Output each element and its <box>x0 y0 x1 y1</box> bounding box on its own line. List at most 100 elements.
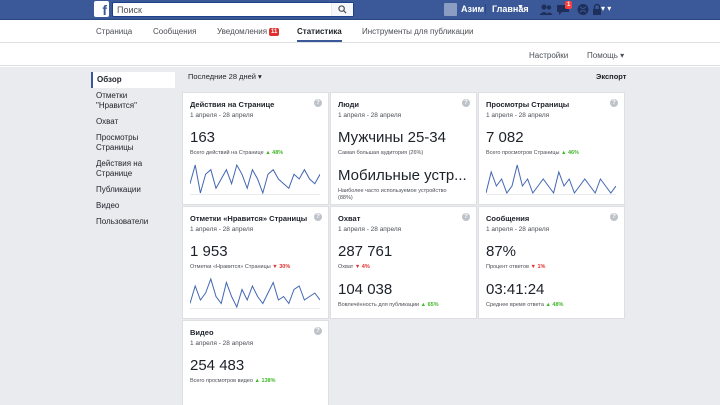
card-value: 254 483 <box>190 357 245 374</box>
card-secondary-value: 03:41:24 <box>486 281 545 298</box>
card-value: 87% <box>486 243 517 260</box>
avatar[interactable] <box>444 3 457 16</box>
sparkline-chart <box>190 277 320 309</box>
settings-link[interactable]: Настройки <box>529 51 568 60</box>
card-value: 163 <box>190 129 216 146</box>
trend-down-badge: ▼ 1% <box>530 264 546 270</box>
card-title: Сообщения <box>486 214 530 223</box>
card-messages[interactable]: Сообщения ? 1 апреля - 28 апреля 87% Про… <box>478 206 625 319</box>
card-subtitle-text: Всего действий на Странице <box>190 150 264 156</box>
card-subtitle: Отметки «Нравится» Страницы ▼ 30% <box>190 264 290 270</box>
card-title: Просмотры Страницы <box>486 100 570 109</box>
card-page-views[interactable]: Просмотры Страницы ? 1 апреля - 28 апрел… <box>478 92 625 205</box>
card-videos[interactable]: Видео ? 1 апреля - 28 апреля 254 483 Все… <box>182 320 329 405</box>
card-page-likes[interactable]: Отметки «Нравится» Страницы ? 1 апреля -… <box>182 206 329 319</box>
card-date-range: 1 апреля - 28 апреля <box>190 226 254 233</box>
card-secondary-subtitle-text: Вовлечённость для публикации <box>338 302 420 308</box>
account-menu-chevron-icon[interactable]: ▾ ▾ <box>601 4 611 13</box>
card-subtitle: Охват ▼ 4% <box>338 264 370 270</box>
notifications-globe-icon[interactable] <box>576 3 590 16</box>
sidebar-item-overview[interactable]: Обзор <box>91 72 175 88</box>
sidebar-item-videos[interactable]: Видео <box>91 198 175 214</box>
trend-up-badge: ▲ 48% <box>265 150 284 156</box>
card-date-range: 1 апреля - 28 апреля <box>338 226 402 233</box>
card-value: 287 761 <box>338 243 393 260</box>
card-secondary-subtitle: Вовлечённость для публикации ▲ 65% <box>338 302 439 309</box>
active-tab-indicator <box>297 40 342 42</box>
help-icon[interactable]: ? <box>610 213 618 221</box>
search-input[interactable] <box>117 4 327 16</box>
trend-up-badge: ▲ 65% <box>420 302 439 308</box>
help-icon[interactable]: ? <box>314 213 322 221</box>
facebook-logo-icon[interactable]: f <box>94 1 109 17</box>
card-secondary-subtitle-text: Среднее время ответа <box>486 302 544 308</box>
sidebar-item-likes[interactable]: Отметки "Нравится" <box>91 88 175 114</box>
card-value: 7 082 <box>486 129 524 146</box>
card-subtitle-text: Всего просмотров видео <box>190 378 253 384</box>
tab-insights[interactable]: Статистика <box>297 27 342 36</box>
export-button[interactable]: Экспорт <box>596 72 626 81</box>
card-secondary-value: 104 038 <box>338 281 393 298</box>
sidebar-item-actions[interactable]: Действия на Страницe <box>91 156 175 182</box>
card-reach[interactable]: Охват ? 1 апреля - 28 апреля 287 761 Охв… <box>330 206 477 319</box>
tab-messages[interactable]: Сообщения <box>153 27 196 36</box>
notifications-badge: 11 <box>269 28 280 36</box>
card-secondary-subtitle-line1: Наиболее часто используемое устройство <box>338 188 447 194</box>
trend-down-badge: ▼ 4% <box>354 264 370 270</box>
friend-requests-icon[interactable] <box>539 3 553 16</box>
secondary-nav: Настройки Помощь ▾ <box>0 44 720 66</box>
sparkline-line <box>190 163 320 195</box>
card-date-range: 1 апреля - 28 апреля <box>486 112 550 119</box>
profile-link[interactable]: Азим <box>461 4 484 14</box>
card-value: Мужчины 25-34 <box>338 129 446 146</box>
card-title: Действия на Странице <box>190 100 275 109</box>
card-value: 1 953 <box>190 243 228 260</box>
card-subtitle-text: Всего просмотров Страницы <box>486 150 560 156</box>
sidebar-item-posts[interactable]: Публикации <box>91 182 175 198</box>
card-title: Отметки «Нравится» Страницы <box>190 214 308 223</box>
card-page-actions[interactable]: Действия на Странице ? 1 апреля - 28 апр… <box>182 92 329 205</box>
search-icon <box>338 5 347 14</box>
help-icon[interactable]: ? <box>314 99 322 107</box>
card-subtitle: Всего просмотров видео ▲ 138% <box>190 378 276 384</box>
sparkline-line <box>486 164 616 195</box>
help-icon[interactable]: ? <box>610 99 618 107</box>
trend-up-badge: ▲ 138% <box>254 378 276 384</box>
chevron-down-icon[interactable]: ▼ <box>517 4 524 11</box>
sidebar-item-page-views[interactable]: Просмотры Страницы <box>91 130 175 156</box>
tab-publishing-tools[interactable]: Инструменты для публикации <box>362 27 473 36</box>
insights-sidebar: Обзор Отметки "Нравится" Охват Просмотры… <box>91 72 175 230</box>
card-subtitle-text: Отметки «Нравится» Страницы <box>190 264 271 270</box>
top-bar: f Азим Главная ▼ 1 ▾ ▾ <box>0 0 720 20</box>
card-subtitle: Процент ответов ▼ 1% <box>486 264 545 270</box>
trend-up-badge: ▲ 46% <box>560 150 579 156</box>
help-icon[interactable]: ? <box>462 99 470 107</box>
card-subtitle-text: Охват <box>338 264 354 270</box>
card-secondary-subtitle: Наиболее часто используемое устройство (8… <box>338 188 447 202</box>
search-box[interactable] <box>112 2 354 17</box>
card-title: Видео <box>190 328 214 337</box>
help-icon[interactable]: ? <box>462 213 470 221</box>
help-icon[interactable]: ? <box>314 327 322 335</box>
card-date-range: 1 апреля - 28 апреля <box>486 226 550 233</box>
tab-notifications-label: Уведомления <box>217 27 268 36</box>
sidebar-item-people[interactable]: Пользователи <box>91 214 175 230</box>
card-date-range: 1 апреля - 28 апреля <box>190 112 254 119</box>
card-subtitle: Всего просмотров Страницы ▲ 46% <box>486 150 579 156</box>
tab-page[interactable]: Страница <box>96 27 132 36</box>
card-date-range: 1 апреля - 28 апреля <box>338 112 402 119</box>
sparkline-line <box>190 277 320 309</box>
sparkline-chart <box>190 163 320 195</box>
help-menu[interactable]: Помощь ▾ <box>587 51 624 60</box>
card-subtitle: Самая большая аудитория (26%) <box>338 150 424 156</box>
search-button[interactable] <box>331 3 353 16</box>
tab-notifications[interactable]: Уведомления 11 <box>217 27 280 36</box>
card-people[interactable]: Люди ? 1 апреля - 28 апреля Мужчины 25-3… <box>330 92 477 205</box>
trend-up-badge: ▲ 48% <box>545 302 564 308</box>
sparkline-chart <box>486 164 616 195</box>
period-selector[interactable]: Последние 28 дней ▾ <box>188 72 262 81</box>
sidebar-item-reach[interactable]: Охват <box>91 114 175 130</box>
trend-down-badge: ▼ 30% <box>272 264 291 270</box>
card-subtitle-text: Процент ответов <box>486 264 529 270</box>
page-tabs: Страница Сообщения Уведомления 11 Статист… <box>0 21 720 43</box>
